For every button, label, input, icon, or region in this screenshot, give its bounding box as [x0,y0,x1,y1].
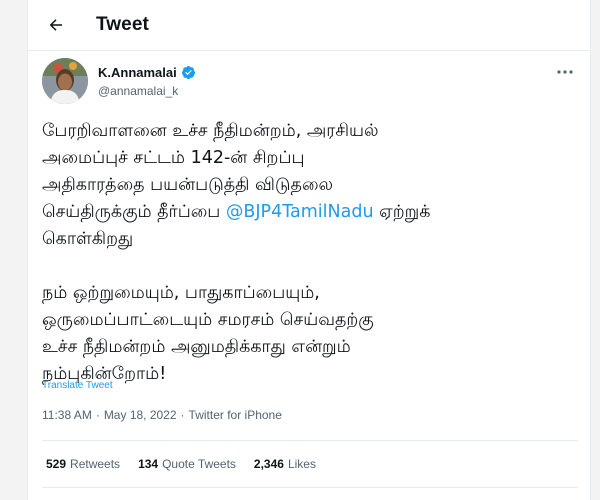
tweet-line: கொள்கிறது [42,229,134,249]
author-handle[interactable]: @annamalai_k [98,84,178,98]
retweets-count: 529 [46,457,67,471]
verified-badge-icon [181,65,195,80]
quote-tweets-count: 134 [138,457,159,471]
quote-tweets-stat[interactable]: 134 Quote Tweets [138,457,236,471]
likes-stat[interactable]: 2,346 Likes [254,457,316,471]
tweet-line: ஒருமைப்பாட்டையும் சமரசம் செய்வதற்கு [42,310,374,330]
author-name[interactable]: K.Annamalai [98,65,196,80]
tweet-line: உச்ச நீதிமன்றம் அனுமதிக்காது என்றும் [42,337,351,357]
author-name-text: K.Annamalai [98,65,177,80]
retweets-label: Retweets [70,457,121,471]
arrow-left-icon [49,19,62,31]
tweet-meta: 11:38 AM · May 18, 2022 · Twitter for iP… [42,408,282,422]
meta-separator: · [95,408,100,422]
likes-count: 2,346 [253,457,284,471]
quote-tweets-label: Quote Tweets [162,457,236,471]
more-options-button[interactable] [554,63,576,81]
retweets-stat[interactable]: 529 Retweets [46,457,120,471]
likes-label: Likes [287,457,316,471]
tweet-date[interactable]: May 18, 2022 [104,408,177,422]
avatar-image [42,58,88,104]
avatar[interactable] [42,58,88,104]
divider [42,440,578,441]
tweet-line: அமைப்புச் சட்டம் 142-ன் சிறப்பு [42,148,305,168]
tweet-source[interactable]: Twitter for iPhone [189,408,282,422]
mention-link[interactable]: @BJP4TamilNadu [226,202,374,222]
tweet-paragraph-1: பேரறிவாளனை உச்ச நீதிமன்றம், அரசியல் அமைப… [42,118,572,253]
tweet-line: பேரறிவாளனை உச்ச நீதிமன்றம், அரசியல் [42,121,379,141]
page-title: Tweet [96,14,149,35]
back-button[interactable] [42,11,70,39]
tweet-text: பேரறிவாளனை உச்ச நீதிமன்றம், அரசியல் அமைப… [42,118,572,388]
tweet-line: நம் ஒற்றுமையும், பாதுகாப்பையும், [42,283,320,303]
tweet-time[interactable]: 11:38 AM [42,408,92,422]
tweet-line: அதிகாரத்தை பயன்படுத்தி விடுதலை [42,175,334,195]
tweet-stats: 529 Retweets 134 Quote Tweets 2,346 Like… [46,457,316,471]
divider [42,487,578,488]
tweet-line: செய்திருக்கும் தீர்ப்பை [42,202,226,222]
meta-separator: · [180,408,185,422]
more-horizontal-icon [557,70,573,74]
tweet-paragraph-2: நம் ஒற்றுமையும், பாதுகாப்பையும், ஒருமைப்… [42,280,572,388]
tweet-header: Tweet [28,0,590,51]
tweet-line: ஏற்றுக் [373,202,431,222]
tweet-card: Tweet K.Annamalai @annamalai_k பேரறிவாளன… [27,0,591,500]
translate-tweet-link[interactable]: Translate Tweet [42,380,113,391]
